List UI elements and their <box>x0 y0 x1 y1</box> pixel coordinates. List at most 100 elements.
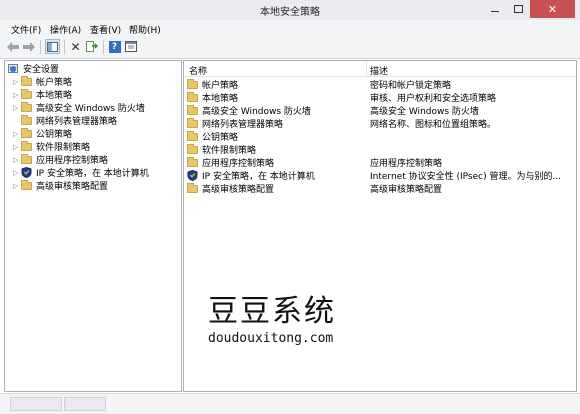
list-item-description: 应用程序控制策略 <box>370 159 443 169</box>
list-item-name-cell: 高级审核策略配置 <box>187 182 274 195</box>
security-settings-icon <box>8 64 18 73</box>
list-item-description: 高级安全 Windows 防火墙 <box>370 107 479 117</box>
properties-icon <box>124 41 137 52</box>
show-tree-icon <box>47 41 58 52</box>
list-item[interactable]: 公钥策略 <box>184 130 576 143</box>
folder-icon <box>21 101 32 112</box>
tree-item[interactable]: ▷ 高级安全 Windows 防火墙 <box>13 101 145 114</box>
list-item[interactable]: 软件限制策略 <box>184 143 576 156</box>
menu-help[interactable]: 帮助(H) <box>129 23 161 36</box>
tree-item[interactable]: ▷ IP 安全策略，在 本地计算机 <box>13 166 149 179</box>
expand-arrow-icon[interactable]: ▷ <box>13 91 21 99</box>
maximize-icon <box>513 5 523 13</box>
tree-item-label: 网络列表管理器策略 <box>36 117 118 127</box>
folder-icon <box>21 179 32 190</box>
tree-item[interactable]: 网络列表管理器策略 <box>13 114 117 127</box>
back-button[interactable] <box>5 39 20 54</box>
status-section <box>64 397 106 411</box>
folder-icon <box>187 182 198 193</box>
list-item-name: 公钥策略 <box>202 133 239 143</box>
expand-arrow-icon[interactable]: ▷ <box>13 130 21 138</box>
menu-file[interactable]: 文件(F) <box>11 23 41 36</box>
tree-item[interactable]: ▷ 软件限制策略 <box>13 140 90 153</box>
list-item[interactable]: 应用程序控制策略 应用程序控制策略 <box>184 156 576 169</box>
list-item-name-cell: IP 安全策略，在 本地计算机 <box>187 169 315 182</box>
list-item-name-cell: 公钥策略 <box>187 130 238 143</box>
show-tree-button[interactable] <box>45 39 60 54</box>
delete-icon: ✕ <box>70 39 81 54</box>
list-item-description: 网络名称、图标和位置组策略。 <box>370 120 497 130</box>
tree-item[interactable]: ▷ 本地策略 <box>13 88 72 101</box>
help-button[interactable]: ? <box>107 39 122 54</box>
tree-root-label: 安全设置 <box>23 65 60 75</box>
folder-icon <box>21 75 32 86</box>
list-item[interactable]: IP 安全策略，在 本地计算机 Internet 协议安全性 (IPsec) 管理… <box>184 169 576 182</box>
column-header-row: 名称 描述 <box>184 61 576 77</box>
list-item-name-cell: 高级安全 Windows 防火墙 <box>187 104 311 117</box>
expand-arrow-icon[interactable]: ▷ <box>13 143 21 151</box>
list-item[interactable]: 高级安全 Windows 防火墙 高级安全 Windows 防火墙 <box>184 104 576 117</box>
folder-icon <box>21 140 32 151</box>
tree-item-label: 高级安全 Windows 防火墙 <box>36 104 145 114</box>
list-item-description: 审核、用户权利和安全选项策略 <box>370 94 497 104</box>
tree-root[interactable]: 安全设置 <box>8 62 59 75</box>
list-item-name: 软件限制策略 <box>202 146 257 156</box>
ipsec-shield-icon <box>21 167 32 178</box>
status-section <box>10 397 62 411</box>
forward-button[interactable] <box>21 39 36 54</box>
minimize-icon <box>491 10 499 12</box>
list-item-name: 帐户策略 <box>202 81 239 91</box>
close-button[interactable]: ✕ <box>530 0 575 18</box>
menu-view[interactable]: 查看(V) <box>90 23 121 36</box>
tree-item-label: 应用程序控制策略 <box>36 156 109 166</box>
tree-item-label: 本地策略 <box>36 91 73 101</box>
back-arrow-icon <box>6 41 19 52</box>
export-button[interactable] <box>84 39 99 54</box>
folder-icon <box>187 156 198 167</box>
column-header-description[interactable]: 描述 <box>370 64 388 77</box>
export-icon <box>85 41 98 52</box>
menu-action[interactable]: 操作(A) <box>50 23 81 36</box>
watermark-title: 豆豆系统 <box>208 294 336 329</box>
folder-icon <box>187 117 198 128</box>
list-item-description: 密码和帐户锁定策略 <box>370 81 452 91</box>
list-item[interactable]: 本地策略 审核、用户权利和安全选项策略 <box>184 91 576 104</box>
folder-icon <box>187 143 198 154</box>
maximize-button[interactable] <box>507 0 529 18</box>
expand-arrow-icon[interactable]: ▷ <box>13 104 21 112</box>
expand-arrow-icon[interactable]: ▷ <box>13 182 21 190</box>
list-item[interactable]: 高级审核策略配置 高级审核策略配置 <box>184 182 576 195</box>
tree-item-label: 公钥策略 <box>36 130 73 140</box>
list-pane: 名称 描述 帐户策略 密码和帐户锁定策略 本地策略 审核、用户权利和安全选项策略 高级安… <box>183 60 577 392</box>
list-item[interactable]: 网络列表管理器策略 网络名称、图标和位置组策略。 <box>184 117 576 130</box>
folder-icon <box>21 127 32 138</box>
tree-item-label: 高级审核策略配置 <box>36 182 109 192</box>
minimize-button[interactable] <box>484 0 506 18</box>
properties-button[interactable] <box>123 39 138 54</box>
tree-item[interactable]: ▷ 公钥策略 <box>13 127 72 140</box>
list-item-name: 网络列表管理器策略 <box>202 120 284 130</box>
tree-item-label: IP 安全策略，在 本地计算机 <box>36 169 149 179</box>
toolbar: ✕ ? <box>0 36 580 59</box>
expand-arrow-icon[interactable]: ▷ <box>13 169 21 177</box>
tree-item[interactable]: ▷ 高级审核策略配置 <box>13 179 108 192</box>
list-item-name-cell: 软件限制策略 <box>187 143 256 156</box>
list-item-name: 本地策略 <box>202 94 239 104</box>
folder-icon <box>21 114 32 125</box>
expand-arrow-icon[interactable]: ▷ <box>13 78 21 86</box>
list-item-description: 高级审核策略配置 <box>370 185 443 195</box>
folder-icon <box>187 104 198 115</box>
vertical-scrollbar[interactable] <box>570 61 576 391</box>
tree-pane: 安全设置 ▷ 帐户策略 ▷ 本地策略 ▷ 高级安全 Windows 防火墙 网络列表管理器策… <box>4 60 182 392</box>
expand-arrow-icon[interactable]: ▷ <box>13 156 21 164</box>
delete-button[interactable]: ✕ <box>68 39 83 54</box>
ipsec-shield-icon <box>187 170 198 181</box>
tree-item[interactable]: ▷ 帐户策略 <box>13 75 72 88</box>
tree-item-label: 帐户策略 <box>36 78 73 88</box>
list-item[interactable]: 帐户策略 密码和帐户锁定策略 <box>184 78 576 91</box>
help-icon: ? <box>108 40 121 53</box>
folder-icon <box>187 91 198 102</box>
column-header-name[interactable]: 名称 <box>189 64 207 77</box>
folder-icon <box>21 153 32 164</box>
tree-item[interactable]: ▷ 应用程序控制策略 <box>13 153 108 166</box>
